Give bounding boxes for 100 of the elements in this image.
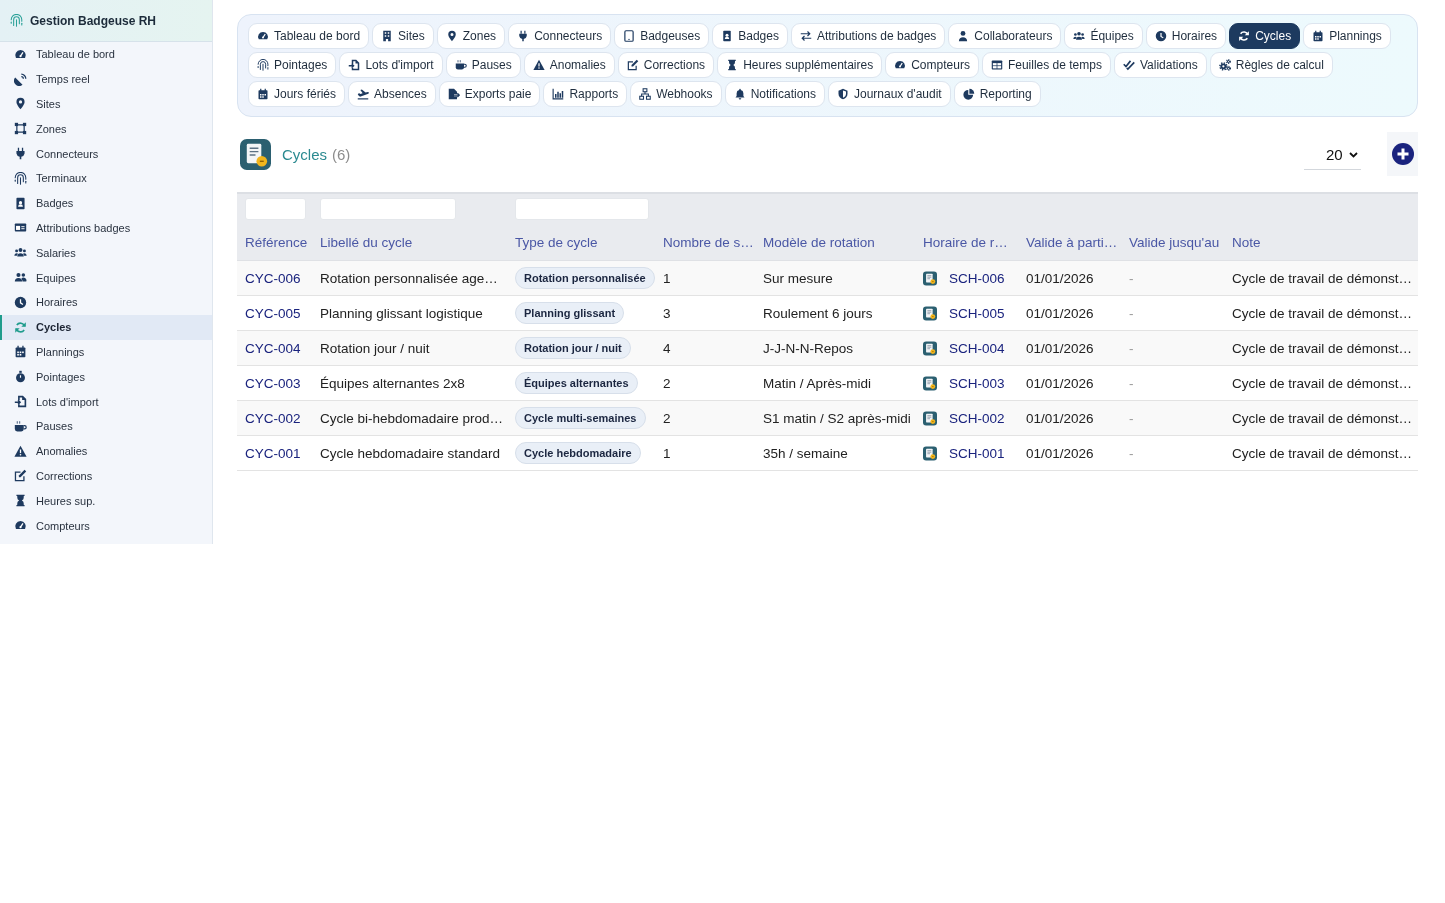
table-cell: 3	[663, 305, 671, 321]
reference-link[interactable]: CYC-002	[245, 410, 301, 426]
filter-field[interactable]	[320, 198, 456, 220]
sidebar-item[interactable]: Zones	[0, 116, 212, 142]
nav-tab[interactable]: Collaborateurs	[948, 23, 1062, 49]
nav-tab[interactable]: Zones	[436, 23, 506, 49]
nav-tab[interactable]: Journaux d'audit	[828, 81, 951, 107]
tablet-icon	[623, 30, 636, 42]
cycle-type-tag: Équipes alternantes	[515, 372, 638, 394]
double-check-icon	[1122, 59, 1135, 71]
reference-link[interactable]: CYC-004	[245, 340, 301, 356]
sidebar-item[interactable]: Badges	[0, 190, 212, 216]
sidebar-item[interactable]: Temps reel	[0, 66, 212, 92]
filter-field[interactable]	[245, 198, 306, 220]
table-cell: -	[1129, 270, 1134, 286]
schedule-link[interactable]: SCH-003	[949, 375, 1005, 391]
fingerprint-icon	[257, 59, 269, 71]
nav-tab[interactable]: Rapports	[543, 81, 628, 107]
nav-tab[interactable]: Compteurs	[885, 52, 979, 78]
table-cell: S1 matin / S2 après-midi	[763, 410, 911, 426]
page-size-select[interactable]: 20	[1304, 140, 1361, 170]
users-icon	[14, 246, 27, 260]
schedule-link[interactable]: SCH-001	[949, 445, 1005, 461]
sidebar-item[interactable]: Lots d'import	[0, 389, 212, 414]
nav-tab[interactable]: Corrections	[617, 52, 715, 78]
sidebar-item[interactable]: Terminaux	[0, 166, 212, 191]
sidebar-item[interactable]: Heures sup.	[0, 488, 212, 514]
calendar-icon	[14, 345, 27, 359]
sidebar-item[interactable]: Sites	[0, 91, 212, 117]
table-cell: Cycle hebdomadaire standard	[320, 445, 501, 461]
table-cell: J-J-N-N-Repos	[763, 340, 853, 356]
nav-tab[interactable]: Attributions de badges	[790, 23, 946, 49]
table-cell: Équipes alternantes 2x8	[320, 375, 465, 391]
nav-tab[interactable]: Jours fériés	[248, 81, 346, 107]
table-cell: Cycle de travail de démonst…	[1232, 305, 1413, 321]
sidebar-item[interactable]: Corrections	[0, 463, 212, 489]
sidebar-item[interactable]: Cycles	[0, 314, 212, 340]
nav-tab[interactable]: Absences	[348, 81, 436, 107]
nav-tab[interactable]: Badges	[712, 23, 788, 49]
sidebar-item[interactable]: Plannings	[0, 339, 212, 365]
filter-field[interactable]	[515, 198, 649, 220]
file-import-icon	[14, 395, 27, 409]
nav-tab[interactable]: Pointages	[248, 52, 337, 78]
sidebar-item[interactable]: Salaries	[0, 240, 212, 266]
nav-tab[interactable]: Sites	[372, 23, 434, 49]
add-button[interactable]	[1387, 132, 1418, 176]
table-cell: -	[1129, 375, 1134, 391]
sidebar-item[interactable]: Pauses	[0, 413, 212, 439]
sidebar-item[interactable]: Tableau de bord	[0, 42, 212, 67]
table-cell: Rotation personnalisée age…	[320, 270, 498, 286]
schedule-link[interactable]: SCH-005	[949, 305, 1005, 321]
nav-tab[interactable]: Webhooks	[630, 81, 722, 107]
nav-tab[interactable]: Tableau de bord	[248, 23, 370, 49]
cycle-type-tag: Cycle hebdomadaire	[515, 442, 641, 464]
reference-link[interactable]: CYC-005	[245, 305, 301, 321]
exchange-icon	[799, 30, 812, 42]
sidebar-item[interactable]: Compteurs	[0, 513, 212, 538]
reference-link[interactable]: CYC-001	[245, 445, 301, 461]
sidebar-item[interactable]: Anomalies	[0, 438, 212, 464]
nav-tab[interactable]: Heures supplémentaires	[717, 52, 883, 78]
nav-tab[interactable]: Règles de calcul	[1209, 52, 1333, 78]
table-cell: -	[1129, 305, 1134, 321]
nav-tab[interactable]: Cycles	[1229, 23, 1301, 49]
nav-tab[interactable]: Notifications	[724, 81, 825, 107]
reference-link[interactable]: CYC-006	[245, 270, 301, 286]
nav-tab[interactable]: Équipes	[1064, 23, 1143, 49]
table-cell: 01/01/2026	[1026, 305, 1094, 321]
column-header: Valide à parti…	[1026, 234, 1118, 251]
nav-tab[interactable]: Anomalies	[523, 52, 615, 78]
document-coin-icon	[923, 410, 937, 426]
document-coin-icon	[923, 375, 937, 391]
sidebar-item[interactable]: Equipes	[0, 265, 212, 290]
table-cell: -	[1129, 410, 1134, 426]
plug-icon	[14, 147, 27, 161]
schedule-link[interactable]: SCH-002	[949, 410, 1005, 426]
nav-tab[interactable]: Reporting	[953, 81, 1041, 107]
column-header: Nombre de s…	[663, 234, 754, 251]
nav-tab[interactable]: Badgeuses	[614, 23, 710, 49]
nav-tab[interactable]: Pauses	[445, 52, 521, 78]
sync-icon	[14, 320, 27, 334]
nav-tab[interactable]: Exports paie	[438, 81, 541, 107]
nav-tab[interactable]: Lots d'import	[339, 52, 443, 78]
map-pin-icon	[14, 97, 27, 111]
plus-circle-icon	[1391, 143, 1414, 165]
nav-tab[interactable]: Plannings	[1303, 23, 1391, 49]
bell-icon	[733, 88, 746, 100]
sidebar-item[interactable]: Pointages	[0, 364, 212, 390]
schedule-link[interactable]: SCH-006	[949, 270, 1005, 286]
document-coin-icon	[240, 138, 271, 170]
sidebar-item[interactable]: Attributions badges	[0, 215, 212, 241]
reference-link[interactable]: CYC-003	[245, 375, 301, 391]
document-coin-icon	[923, 305, 937, 321]
nav-tab[interactable]: Connecteurs	[508, 23, 612, 49]
sidebar-item[interactable]: Connecteurs	[0, 141, 212, 166]
table-cell: Cycle de travail de démonst…	[1232, 410, 1413, 426]
nav-tab[interactable]: Feuilles de temps	[981, 52, 1111, 78]
nav-tab[interactable]: Validations	[1113, 52, 1207, 78]
schedule-link[interactable]: SCH-004	[949, 340, 1005, 356]
nav-tab[interactable]: Horaires	[1145, 23, 1227, 49]
sidebar-item[interactable]: Horaires	[0, 289, 212, 315]
